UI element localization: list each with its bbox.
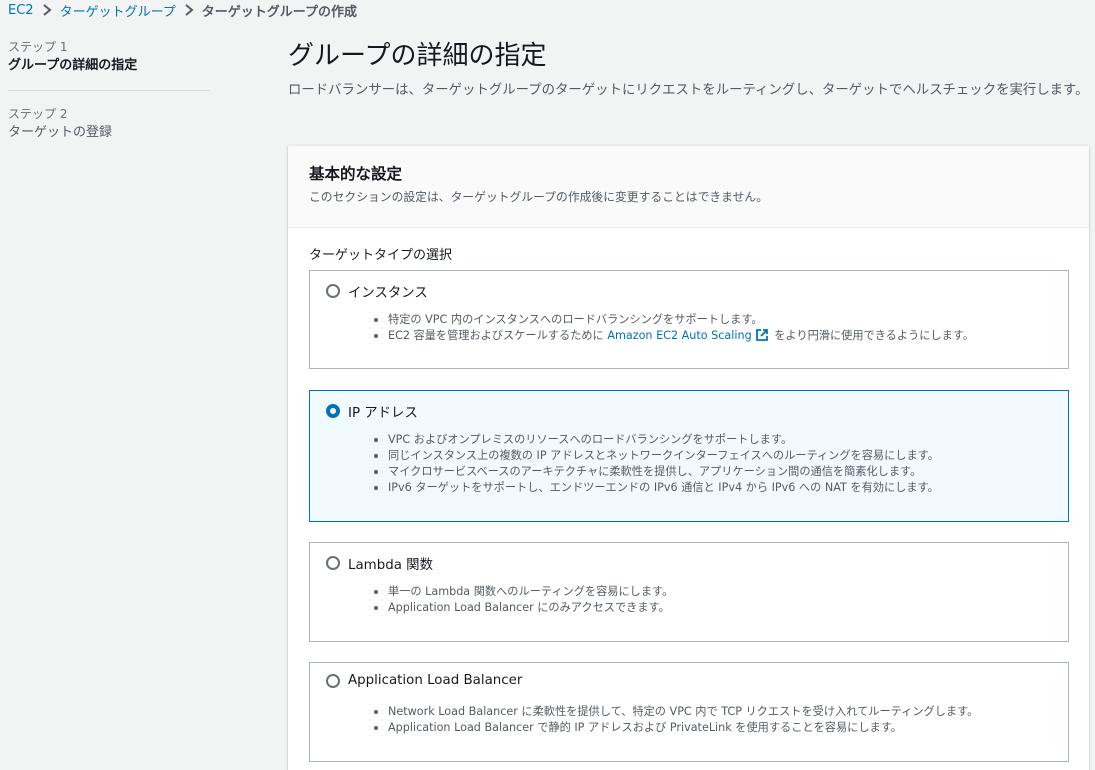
basic-settings-panel: 基本的な設定 このセクションの設定は、ターゲットグループの作成後に変更することは… — [288, 145, 1089, 770]
target-type-ip-tile[interactable]: IP アドレス VPC およびオンプレミスのリソースへのロードバランシングをサポ… — [309, 390, 1069, 522]
step-number: ステップ 2 — [8, 107, 68, 121]
radio-application-load-balancer[interactable] — [326, 673, 340, 688]
panel-subtitle: このセクションの設定は、ターゲットグループの作成後に変更することはできません。 — [309, 190, 769, 204]
tile-description-list: 特定の VPC 内のインスタンスへのロードバランシングをサポートします。 EC2… — [372, 312, 974, 344]
wizard-step-1: ステップ 1 グループの詳細の指定 — [8, 38, 210, 76]
breadcrumb-current: ターゲットグループの作成 — [201, 4, 358, 20]
breadcrumb-target-groups[interactable]: ターゲットグループ — [60, 1, 176, 20]
target-type-lambda-tile[interactable]: Lambda 関数 単一の Lambda 関数へのルーティングを容易にします。 … — [309, 542, 1069, 642]
chevron-right-icon — [176, 4, 202, 16]
step-divider — [8, 90, 210, 91]
tile-description-list: Network Load Balancer に柔軟性を提供して、特定の VPC … — [372, 704, 978, 736]
bullet-text: をより円滑に使用できるようにします。 — [770, 329, 975, 342]
external-link-icon[interactable] — [755, 328, 769, 342]
list-item: Application Load Balancer にのみアクセスできます。 — [372, 600, 673, 616]
list-item: EC2 容量を管理およびスケールするために Amazon EC2 Auto Sc… — [372, 328, 974, 344]
amazon-ec2-auto-scaling-link[interactable]: Amazon EC2 Auto Scaling — [607, 329, 751, 342]
tile-title: IP アドレス — [348, 406, 418, 421]
tile-description-list: VPC およびオンプレミスのリソースへのロードバランシングをサポートします。 同… — [372, 432, 939, 496]
radio-instances[interactable] — [326, 284, 340, 298]
wizard-steps: ステップ 1 グループの詳細の指定 ステップ 2 ターゲットの登録 — [8, 38, 210, 143]
page-description: ロードバランサーは、ターゲットグループのターゲットにリクエストをルーティングし、… — [288, 83, 1089, 98]
step-title: ターゲットの登録 — [8, 125, 113, 140]
list-item: 同じインスタンス上の複数の IP アドレスとネットワークインターフェイスへのルー… — [372, 448, 939, 464]
step-number: ステップ 1 — [8, 40, 68, 54]
panel-title: 基本的な設定 — [309, 165, 403, 183]
tile-title: インスタンス — [348, 286, 428, 301]
chevron-right-icon — [34, 4, 60, 16]
wizard-step-2[interactable]: ステップ 2 ターゲットの登録 — [8, 105, 210, 143]
step-title: グループの詳細の指定 — [8, 58, 138, 73]
list-item: 特定の VPC 内のインスタンスへのロードバランシングをサポートします。 — [372, 312, 974, 328]
bullet-text: EC2 容量を管理およびスケールするために — [388, 329, 608, 342]
radio-ip-addresses[interactable] — [326, 404, 340, 418]
list-item: 単一の Lambda 関数へのルーティングを容易にします。 — [372, 584, 673, 600]
list-item: IPv6 ターゲットをサポートし、エンドツーエンドの IPv6 通信と IPv4… — [372, 480, 939, 496]
list-item: マイクロサービスベースのアーキテクチャに柔軟性を提供し、アプリケーション間の通信… — [372, 464, 939, 480]
panel-header: 基本的な設定 このセクションの設定は、ターゲットグループの作成後に変更することは… — [288, 146, 1089, 228]
target-type-alb-tile[interactable]: Application Load Balancer Network Load B… — [309, 662, 1069, 762]
tile-title: Application Load Balancer — [348, 673, 523, 688]
tile-title: Lambda 関数 — [348, 558, 433, 573]
list-item: VPC およびオンプレミスのリソースへのロードバランシングをサポートします。 — [372, 432, 939, 448]
list-item: Network Load Balancer に柔軟性を提供して、特定の VPC … — [372, 704, 978, 720]
radio-lambda[interactable] — [326, 556, 340, 570]
tile-description-list: 単一の Lambda 関数へのルーティングを容易にします。 Applicatio… — [372, 584, 673, 616]
target-type-instances-tile[interactable]: インスタンス 特定の VPC 内のインスタンスへのロードバランシングをサポートし… — [309, 270, 1069, 369]
page-title: グループの詳細の指定 — [288, 41, 547, 71]
list-item: Application Load Balancer で静的 IP アドレスおよび… — [372, 720, 978, 736]
target-type-label: ターゲットタイプの選択 — [309, 248, 453, 263]
breadcrumb: EC2 ターゲットグループ ターゲットグループの作成 — [8, 0, 357, 20]
breadcrumb-ec2[interactable]: EC2 — [8, 3, 34, 18]
